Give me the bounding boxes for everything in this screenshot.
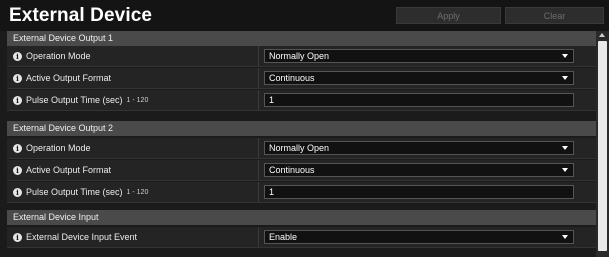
info-icon[interactable]: i	[13, 232, 22, 242]
vertical-scrollbar[interactable]	[596, 31, 609, 257]
range-hint: 1 - 120	[126, 188, 149, 196]
row-output-2-operation-mode: i Operation Mode Normally Open	[7, 138, 596, 159]
field-label: Pulse Output Time (sec)	[26, 187, 123, 197]
row-output-1-pulse-output-time: i Pulse Output Time (sec) 1 - 120 1	[7, 90, 596, 111]
chevron-down-icon	[562, 146, 568, 150]
pulse-output-time-input[interactable]: 1	[264, 93, 574, 107]
select-value: Enable	[269, 232, 298, 242]
field-label: Active Output Format	[26, 73, 112, 83]
chevron-down-icon	[562, 54, 568, 58]
select-value: Continuous	[269, 165, 315, 175]
scroll-up-arrow-icon[interactable]	[599, 33, 605, 37]
select-value: Continuous	[269, 73, 315, 83]
page-header: External Device Apply Clear	[0, 0, 609, 31]
chevron-down-icon	[562, 76, 568, 80]
external-device-input-event-select[interactable]: Enable	[264, 230, 574, 244]
row-output-2-active-output-format: i Active Output Format Continuous	[7, 160, 596, 181]
section-header-output-1: External Device Output 1	[7, 31, 596, 46]
row-output-1-operation-mode: i Operation Mode Normally Open	[7, 46, 596, 67]
operation-mode-select[interactable]: Normally Open	[264, 49, 574, 63]
field-label: External Device Input Event	[26, 232, 138, 242]
settings-panel: External Device Output 1 i Operation Mod…	[7, 31, 596, 257]
info-icon[interactable]: i	[13, 73, 22, 83]
row-output-1-active-output-format: i Active Output Format Continuous	[7, 68, 596, 89]
info-icon[interactable]: i	[13, 95, 22, 105]
field-label: Operation Mode	[26, 143, 91, 153]
active-output-format-select[interactable]: Continuous	[264, 163, 574, 177]
field-label: Active Output Format	[26, 165, 112, 175]
active-output-format-select[interactable]: Continuous	[264, 71, 574, 85]
info-icon[interactable]: i	[13, 165, 22, 175]
row-output-2-pulse-output-time: i Pulse Output Time (sec) 1 - 120 1	[7, 182, 596, 203]
select-value: Normally Open	[269, 143, 330, 153]
info-icon[interactable]: i	[13, 51, 22, 61]
field-label: Operation Mode	[26, 51, 91, 61]
section-header-input: External Device Input	[7, 210, 596, 225]
chevron-down-icon	[562, 168, 568, 172]
pulse-output-time-input[interactable]: 1	[264, 185, 574, 199]
row-input-event: i External Device Input Event Enable	[7, 227, 596, 248]
clear-button[interactable]: Clear	[505, 7, 604, 24]
section-header-output-2: External Device Output 2	[7, 121, 596, 136]
operation-mode-select[interactable]: Normally Open	[264, 141, 574, 155]
select-value: Normally Open	[269, 51, 330, 61]
scrollbar-thumb[interactable]	[598, 41, 607, 251]
page-title: External Device	[9, 5, 153, 26]
apply-button[interactable]: Apply	[396, 7, 501, 24]
info-icon[interactable]: i	[13, 187, 22, 197]
field-label: Pulse Output Time (sec)	[26, 95, 123, 105]
chevron-down-icon	[562, 235, 568, 239]
info-icon[interactable]: i	[13, 143, 22, 153]
range-hint: 1 - 120	[126, 96, 149, 104]
